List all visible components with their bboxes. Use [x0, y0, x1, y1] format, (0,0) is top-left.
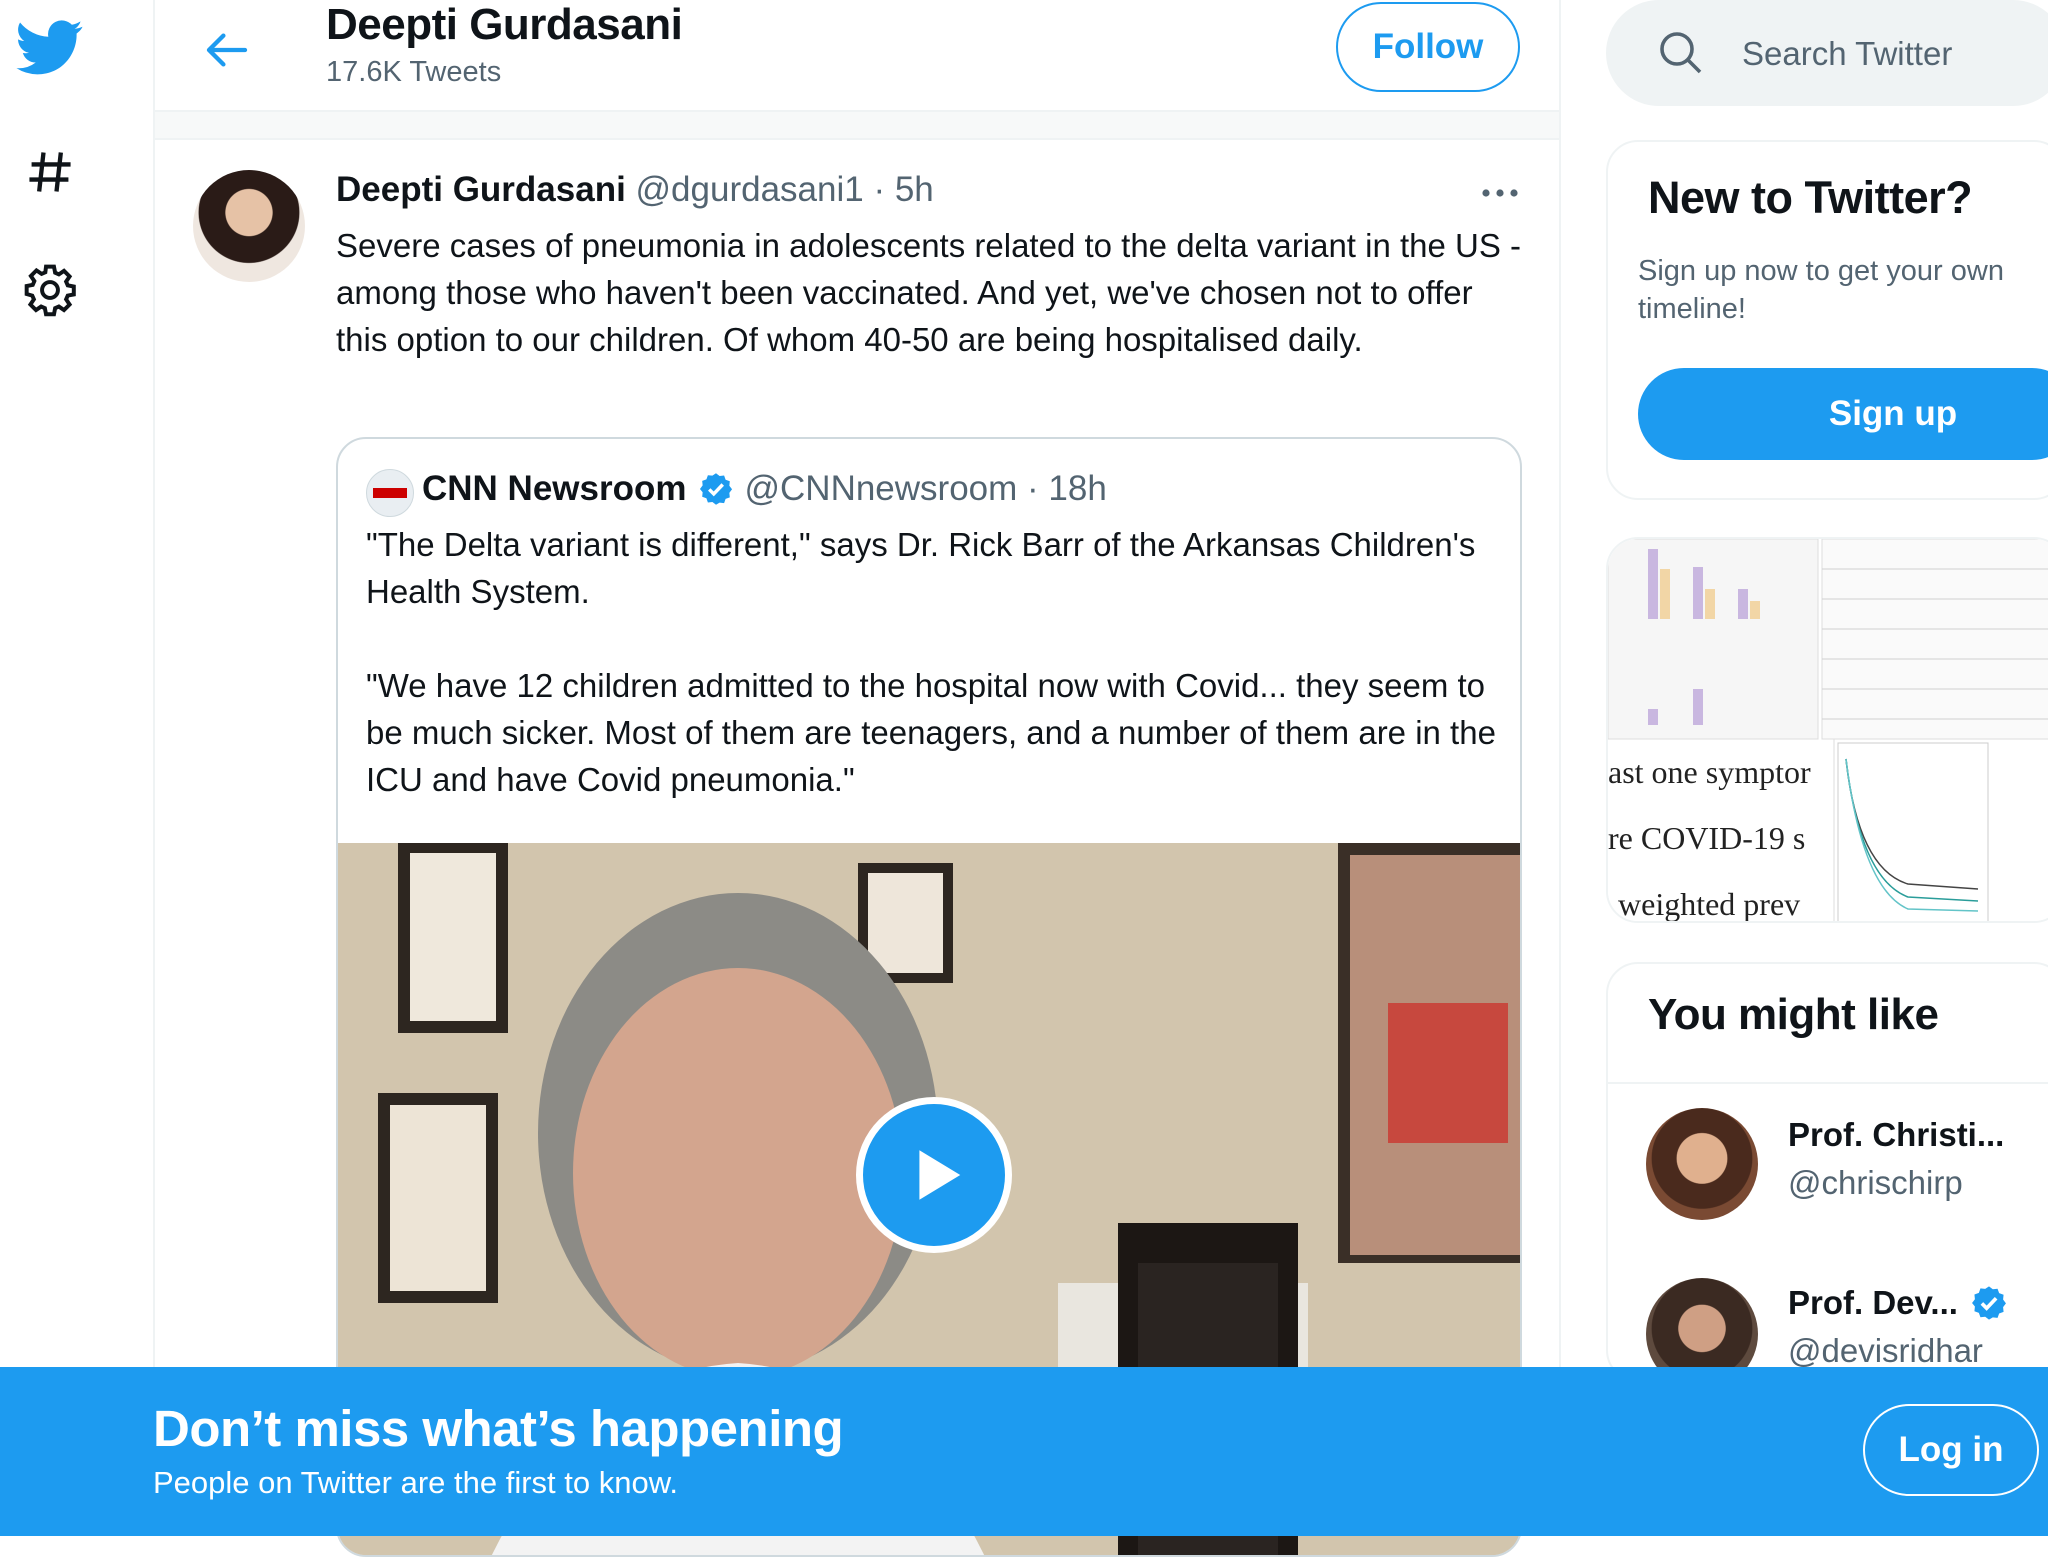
- login-prompt-bar: Don’t miss what’s happening People on Tw…: [0, 1367, 2048, 1536]
- search-box: [1606, 0, 2048, 106]
- new-to-twitter-subtitle: Sign up now to get your own timeline!: [1638, 255, 2004, 325]
- new-to-twitter-card: New to Twitter? Sign up now to get your …: [1606, 140, 2048, 500]
- suggestion-handle[interactable]: @chrischirp: [1788, 1164, 1963, 1202]
- media-caption-line: re COVID-19 s: [1608, 820, 1806, 856]
- tweet-text: Severe cases of pneumonia in adolescents…: [336, 227, 1522, 358]
- new-to-twitter-title: New to Twitter?: [1648, 172, 1973, 223]
- media-gallery[interactable]: ast one symptor re COVID-19 s weighted p…: [1606, 537, 2048, 923]
- suggestion-name[interactable]: Prof. Dev...: [1788, 1284, 1958, 1322]
- profile-name: Deepti Gurdasani: [326, 0, 683, 49]
- suggestion-name[interactable]: Prof. Christi...: [1788, 1116, 2004, 1154]
- verified-badge-icon: [1970, 1284, 2008, 1322]
- verified-badge-icon: [698, 471, 734, 507]
- you-might-like-card: You might like Prof. Christi... @chrisch…: [1606, 962, 2048, 1382]
- tweet-count: 17.6K Tweets: [326, 56, 502, 88]
- twitter-bird-icon[interactable]: [14, 12, 86, 84]
- signup-button[interactable]: Sign up: [1638, 368, 2048, 460]
- search-icon: [1656, 28, 1704, 81]
- play-button[interactable]: [856, 1097, 1012, 1253]
- media-caption-text: ast one symptor re COVID-19 s weighted p…: [1608, 739, 1834, 922]
- quote-meta[interactable]: @CNNnewsroom · 18h: [744, 469, 1106, 509]
- you-might-like-title: You might like: [1648, 990, 1939, 1039]
- suggestion-avatar[interactable]: [1646, 1108, 1758, 1220]
- quote-text: "The Delta variant is different," says D…: [366, 526, 1496, 798]
- login-button[interactable]: Log in: [1863, 1404, 2039, 1496]
- tweet-author-name[interactable]: Deepti Gurdasani: [336, 170, 626, 209]
- media-caption-line: weighted prev: [1618, 886, 1801, 922]
- bottom-bar-title: Don’t miss what’s happening: [153, 1400, 844, 1457]
- bottom-bar-subtitle: People on Twitter are the first to know.: [153, 1465, 678, 1500]
- follow-button[interactable]: Follow: [1336, 2, 1520, 92]
- main-column: Deepti Gurdasani 17.6K Tweets Follow Dee…: [153, 0, 1561, 1557]
- left-nav: [0, 0, 100, 1536]
- profile-header: Deepti Gurdasani 17.6K Tweets Follow: [155, 0, 1559, 112]
- media-caption-line: ast one symptor: [1608, 754, 1811, 790]
- quote-header: CNN Newsroom @CNNnewsroom · 18h: [422, 469, 1107, 509]
- cnn-newsroom-logo: [366, 469, 414, 517]
- quote-author-name[interactable]: CNN Newsroom: [422, 469, 686, 509]
- hashtag-icon[interactable]: [14, 136, 86, 208]
- back-arrow-icon[interactable]: [195, 22, 259, 78]
- tweet-meta[interactable]: @dgurdasani1 · 5h: [636, 170, 934, 209]
- section-divider: [155, 112, 1559, 140]
- avatar[interactable]: [193, 170, 305, 282]
- gear-icon[interactable]: [14, 254, 86, 326]
- suggestion-handle[interactable]: @devisridhar: [1788, 1332, 1983, 1370]
- tweet-header: Deepti Gurdasani @dgurdasani1 · 5h: [336, 170, 934, 210]
- divider: [1608, 1082, 2048, 1084]
- suggestion-name-row: Prof. Dev...: [1788, 1284, 2008, 1322]
- search-input[interactable]: [1740, 28, 2044, 80]
- more-options-icon[interactable]: [1475, 178, 1525, 208]
